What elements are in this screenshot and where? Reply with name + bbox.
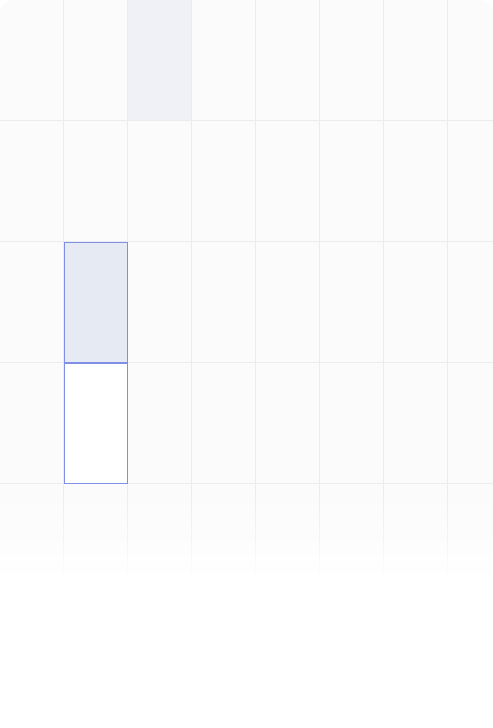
time-grid-panel: [0, 0, 493, 580]
hover-time-slot[interactable]: [64, 363, 128, 484]
time-slot-cell[interactable]: [192, 242, 256, 363]
time-slot-cell[interactable]: [448, 363, 493, 484]
time-slot-cell[interactable]: [0, 242, 64, 363]
time-slot-cell[interactable]: [256, 484, 320, 580]
time-slot-cell[interactable]: [128, 242, 192, 363]
calendar-viewport: [0, 0, 493, 728]
time-slot-cell[interactable]: [448, 121, 493, 242]
time-slot-cell[interactable]: [0, 0, 64, 121]
time-slot-cell[interactable]: [448, 484, 493, 580]
time-slot-cell[interactable]: [128, 121, 192, 242]
time-slot-cell[interactable]: [384, 242, 448, 363]
time-slot-cell[interactable]: [256, 121, 320, 242]
time-slot-cell[interactable]: [64, 0, 128, 121]
time-slot-grid: [0, 0, 493, 580]
time-slot-cell[interactable]: [256, 0, 320, 121]
time-slot-cell[interactable]: [320, 121, 384, 242]
time-slot-cell[interactable]: [128, 363, 192, 484]
time-slot-cell[interactable]: [0, 363, 64, 484]
time-slot-cell[interactable]: [384, 363, 448, 484]
time-slot-cell[interactable]: [64, 121, 128, 242]
selected-time-slot[interactable]: [64, 242, 128, 363]
time-slot-cell[interactable]: [192, 0, 256, 121]
time-slot-cell[interactable]: [192, 484, 256, 580]
time-slot-cell[interactable]: [0, 121, 64, 242]
time-slot-cell[interactable]: [256, 242, 320, 363]
time-slot-cell[interactable]: [64, 484, 128, 580]
time-slot-cell[interactable]: [384, 0, 448, 121]
empty-footer-area: [0, 580, 493, 728]
time-slot-cell[interactable]: [192, 121, 256, 242]
time-slot-cell[interactable]: [0, 484, 64, 580]
time-slot-cell[interactable]: [384, 121, 448, 242]
time-slot-cell[interactable]: [256, 363, 320, 484]
time-slot-cell[interactable]: [320, 484, 384, 580]
time-slot-cell[interactable]: [192, 363, 256, 484]
highlighted-time-slot[interactable]: [128, 0, 192, 121]
time-slot-cell[interactable]: [448, 242, 493, 363]
time-slot-cell[interactable]: [320, 363, 384, 484]
time-slot-cell[interactable]: [320, 242, 384, 363]
time-slot-cell[interactable]: [448, 0, 493, 121]
time-slot-cell[interactable]: [384, 484, 448, 580]
time-slot-cell[interactable]: [128, 484, 192, 580]
time-slot-cell[interactable]: [320, 0, 384, 121]
